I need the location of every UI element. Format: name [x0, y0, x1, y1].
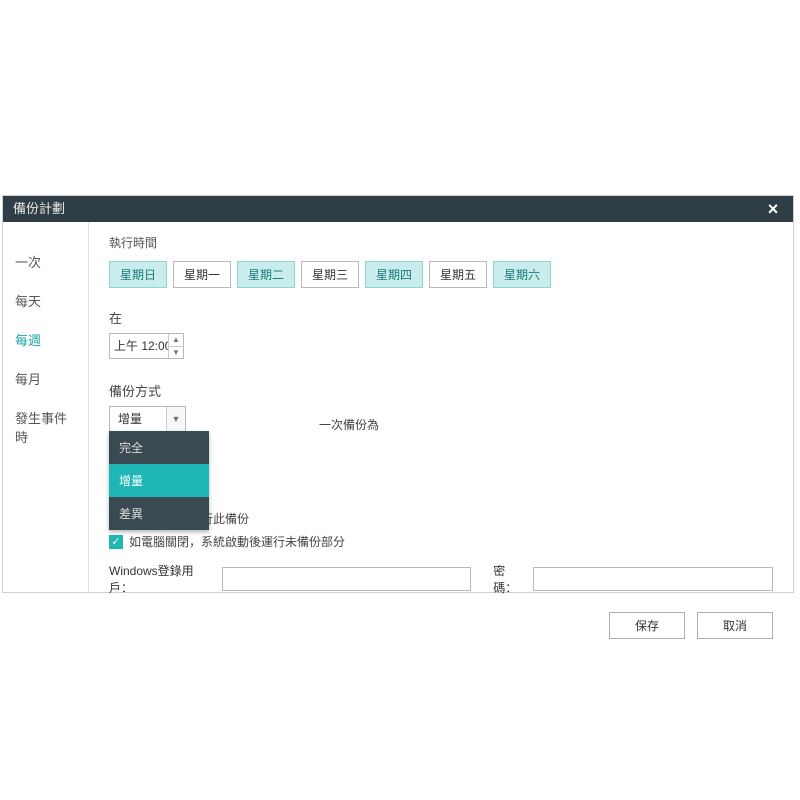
day-wednesday[interactable]: 星期三: [301, 261, 359, 288]
backup-method-combo[interactable]: 增量 ▼ 完全 增量 差異: [109, 406, 186, 432]
checkbox-checked-icon[interactable]: ✓: [109, 535, 123, 549]
day-monday[interactable]: 星期一: [173, 261, 231, 288]
sidebar-item-monthly[interactable]: 每月: [3, 359, 88, 398]
time-spinners: ▲ ▼: [168, 334, 183, 358]
backup-plan-dialog: 備份計劃 × 一次 每天 每週 每月 發生事件時 執行時間 星期日 星期一 星期…: [2, 195, 794, 593]
cancel-button[interactable]: 取消: [697, 612, 773, 639]
dropdown-option-full[interactable]: 完全: [109, 431, 209, 464]
save-button[interactable]: 保存: [609, 612, 685, 639]
day-sunday[interactable]: 星期日: [109, 261, 167, 288]
at-label: 在: [109, 308, 773, 327]
weekday-selector: 星期日 星期一 星期二 星期三 星期四 星期五 星期六: [109, 261, 773, 288]
dialog-title: 備份計劃: [13, 196, 65, 222]
main-panel: 執行時間 星期日 星期一 星期二 星期三 星期四 星期五 星期六 在 上午 12…: [89, 222, 793, 592]
day-tuesday[interactable]: 星期二: [237, 261, 295, 288]
dropdown-option-incremental[interactable]: 增量: [109, 464, 209, 497]
day-saturday[interactable]: 星期六: [493, 261, 551, 288]
schedule-type-sidebar: 一次 每天 每週 每月 發生事件時: [3, 222, 89, 592]
sidebar-item-label: 每月: [15, 372, 41, 387]
method-suffix-text: 一次備份為: [319, 416, 379, 433]
sidebar-item-onevent[interactable]: 發生事件時: [3, 398, 88, 456]
time-picker[interactable]: 上午 12:00 ▲ ▼: [109, 333, 184, 359]
credentials-row: Windows登錄用戶： 密碼：: [109, 562, 773, 596]
time-value[interactable]: 上午 12:00: [110, 334, 168, 358]
dialog-titlebar: 備份計劃 ×: [3, 196, 793, 222]
sidebar-item-once[interactable]: 一次: [3, 242, 88, 281]
password-label: 密碼：: [493, 562, 529, 596]
backup-method-label: 備份方式: [109, 381, 773, 400]
spinner-up-icon[interactable]: ▲: [169, 334, 183, 347]
sidebar-item-daily[interactable]: 每天: [3, 281, 88, 320]
combo-value: 增量: [110, 407, 166, 431]
password-input[interactable]: [533, 567, 773, 591]
sidebar-item-label: 發生事件時: [15, 411, 67, 445]
backup-method-dropdown: 完全 增量 差異: [109, 431, 209, 530]
run-time-label: 執行時間: [109, 234, 773, 251]
close-icon[interactable]: ×: [763, 196, 783, 222]
sidebar-item-label: 一次: [15, 255, 41, 270]
sidebar-item-weekly[interactable]: 每週: [3, 320, 88, 359]
windows-user-label: Windows登錄用戶：: [109, 562, 218, 596]
day-thursday[interactable]: 星期四: [365, 261, 423, 288]
missed-label: 如電腦關閉，系統啟動後運行未備份部分: [129, 533, 345, 550]
spinner-down-icon[interactable]: ▼: [169, 347, 183, 359]
run-missed-option[interactable]: ✓ 如電腦關閉，系統啟動後運行未備份部分: [109, 533, 773, 550]
windows-user-input[interactable]: [222, 567, 472, 591]
sidebar-item-label: 每週: [15, 333, 41, 348]
chevron-down-icon[interactable]: ▼: [166, 407, 185, 431]
sidebar-item-label: 每天: [15, 294, 41, 309]
day-friday[interactable]: 星期五: [429, 261, 487, 288]
dropdown-option-differential[interactable]: 差異: [109, 497, 209, 530]
dialog-buttons: 保存 取消: [109, 612, 773, 639]
